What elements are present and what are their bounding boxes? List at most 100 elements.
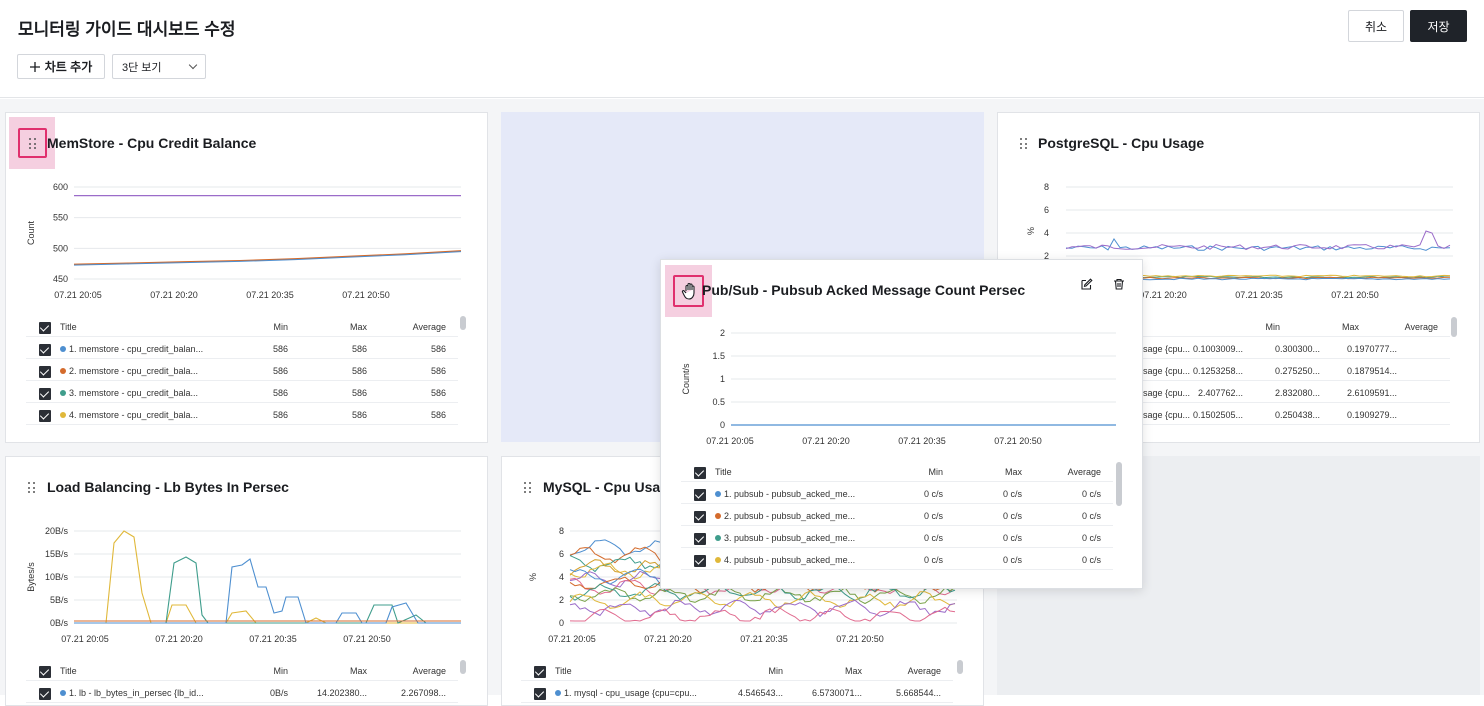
row-title: 4. memstore - cpu_credit_bala... xyxy=(60,410,198,420)
header: 모니터링 가이드 대시보드 수정 취소 저장 차트 추가 3단 보기 xyxy=(0,0,1484,98)
scrollbar[interactable] xyxy=(460,660,466,674)
series-line xyxy=(74,556,461,624)
scrollbar[interactable] xyxy=(460,316,466,330)
chart-card-memstore: MemStore - Cpu Credit Balance 600 550 500 4… xyxy=(5,112,488,443)
column-header[interactable]: Max xyxy=(1005,467,1022,477)
row-checkbox[interactable] xyxy=(534,688,546,700)
table-row[interactable]: 4. memstore - cpu_credit_bala... 586 586 58… xyxy=(26,403,458,425)
scrollbar[interactable] xyxy=(957,660,963,674)
row-checkbox[interactable] xyxy=(694,489,706,501)
y-tick-label: 6 xyxy=(559,549,564,559)
select-all-checkbox[interactable] xyxy=(39,666,51,678)
chart-title: PostgreSQL - Cpu Usage xyxy=(1038,135,1205,151)
x-tick-label: 07.21 20:50 xyxy=(343,634,391,644)
table-row[interactable]: 1. lb - lb_bytes_in_persec {lb_id... 0B/s… xyxy=(26,681,458,703)
x-tick-label: 07.21 20:50 xyxy=(994,436,1042,446)
row-checkbox[interactable] xyxy=(39,344,51,356)
row-title: 1. mysql - cpu_usage {cpu=cpu... xyxy=(555,688,697,698)
column-header[interactable]: Average xyxy=(1405,322,1438,332)
x-tick-label: 07.21 20:35 xyxy=(246,290,294,300)
column-header[interactable]: Max xyxy=(1342,322,1359,332)
line-chart: 2 1.5 1 0.5 0 07.21 20:05 07.21 20:20 07.21 20:… xyxy=(681,328,1116,446)
x-tick-label: 07.21 20:20 xyxy=(802,436,850,446)
row-value: 2.267098... xyxy=(400,688,446,698)
column-header[interactable]: Title xyxy=(60,666,77,676)
delete-button[interactable] xyxy=(1105,270,1133,298)
column-view-select[interactable]: 3단 보기 xyxy=(112,54,206,79)
drag-handle-icon[interactable] xyxy=(29,138,37,150)
row-title: 3. pubsub - pubsub_acked_me... xyxy=(715,533,855,543)
cancel-button[interactable]: 취소 xyxy=(1348,10,1404,42)
column-header[interactable]: Max xyxy=(845,666,862,676)
row-checkbox[interactable] xyxy=(39,688,51,700)
row-checkbox[interactable] xyxy=(39,410,51,422)
row-value: 586 xyxy=(430,344,446,354)
row-value: 586 xyxy=(351,344,367,354)
grab-hand-icon[interactable] xyxy=(681,282,698,300)
row-checkbox[interactable] xyxy=(694,555,706,567)
row-checkbox[interactable] xyxy=(39,388,51,400)
column-header[interactable]: Min xyxy=(928,467,943,477)
row-checkbox[interactable] xyxy=(39,366,51,378)
y-axis-label: % xyxy=(528,573,538,581)
row-value: 0.275250... xyxy=(1274,366,1320,376)
row-title: 2. memstore - cpu_credit_bala... xyxy=(60,366,198,376)
save-button[interactable]: 저장 xyxy=(1410,10,1467,42)
edit-icon xyxy=(1081,278,1093,290)
select-all-checkbox[interactable] xyxy=(694,467,706,479)
row-value: 5.668544... xyxy=(895,688,941,698)
table-row[interactable]: 2. pubsub - pubsub_acked_me... 0 c/s 0 c/s… xyxy=(681,504,1113,526)
table-row[interactable]: 4. pubsub - pubsub_acked_me... 0 c/s 0 c/s… xyxy=(681,548,1113,570)
table-row[interactable]: 3. memstore - cpu_credit_bala... 586 586 58… xyxy=(26,381,458,403)
column-header[interactable]: Min xyxy=(1265,322,1280,332)
y-axis-label: Count xyxy=(26,221,36,246)
row-value: 0 c/s xyxy=(923,555,943,565)
row-title: usage {cpu... xyxy=(1138,388,1191,398)
x-tick-label: 07.21 20:05 xyxy=(548,634,596,644)
row-value: 0 c/s xyxy=(1002,555,1022,565)
drag-handle-icon[interactable] xyxy=(524,482,532,494)
row-value: 0.300300... xyxy=(1274,344,1320,354)
column-header[interactable]: Average xyxy=(413,666,446,676)
column-header[interactable]: Title xyxy=(715,467,732,477)
table-row[interactable]: 1. mysql - cpu_usage {cpu=cpu... 4.546543… xyxy=(521,681,953,703)
scrollbar[interactable] xyxy=(1116,462,1122,506)
row-checkbox[interactable] xyxy=(694,511,706,523)
y-tick-label: 550 xyxy=(53,213,68,223)
column-header[interactable]: Average xyxy=(908,666,941,676)
row-value: 0 c/s xyxy=(1081,533,1101,543)
edit-button[interactable] xyxy=(1073,270,1101,298)
row-value: 0B/s xyxy=(269,688,288,698)
series-color-dot xyxy=(715,513,721,519)
y-tick-label: 10B/s xyxy=(45,572,69,582)
table-row[interactable]: 2. memstore - cpu_credit_bala... 586 586 58… xyxy=(26,359,458,381)
select-all-checkbox[interactable] xyxy=(534,666,546,678)
column-header[interactable]: Max xyxy=(350,322,367,332)
y-tick-label: 15B/s xyxy=(45,549,69,559)
column-header[interactable]: Max xyxy=(350,666,367,676)
x-tick-label: 07.21 20:20 xyxy=(150,290,198,300)
column-header[interactable]: Average xyxy=(1068,467,1101,477)
table-row[interactable]: 1. memstore - cpu_credit_balan... 586 586 5… xyxy=(26,337,458,359)
table-row[interactable]: 1. pubsub - pubsub_acked_me... 0 c/s 0 c/s… xyxy=(681,482,1113,504)
chart-card-pubsub-dragging[interactable]: Pub/Sub - Pubsub Acked Message Count Per… xyxy=(660,259,1143,589)
select-all-checkbox[interactable] xyxy=(39,322,51,334)
row-checkbox[interactable] xyxy=(694,533,706,545)
series-color-dot xyxy=(60,390,66,396)
y-tick-label: 500 xyxy=(53,243,68,253)
column-header[interactable]: Min xyxy=(273,322,288,332)
drag-handle-icon[interactable] xyxy=(28,482,36,494)
column-header[interactable]: Min xyxy=(768,666,783,676)
table-row[interactable]: 3. pubsub - pubsub_acked_me... 0 c/s 0 c/s… xyxy=(681,526,1113,548)
column-header[interactable]: Title xyxy=(60,322,77,332)
drag-handle-icon[interactable] xyxy=(1020,138,1028,150)
column-header[interactable]: Min xyxy=(273,666,288,676)
column-header[interactable]: Average xyxy=(413,322,446,332)
y-tick-label: 450 xyxy=(53,274,68,284)
row-title: 3. memstore - cpu_credit_bala... xyxy=(60,388,198,398)
column-header[interactable]: Title xyxy=(555,666,572,676)
y-tick-label: 2 xyxy=(559,595,564,605)
scrollbar[interactable] xyxy=(1451,317,1457,337)
add-chart-button[interactable]: 차트 추가 xyxy=(17,54,105,79)
series-color-dot xyxy=(715,535,721,541)
